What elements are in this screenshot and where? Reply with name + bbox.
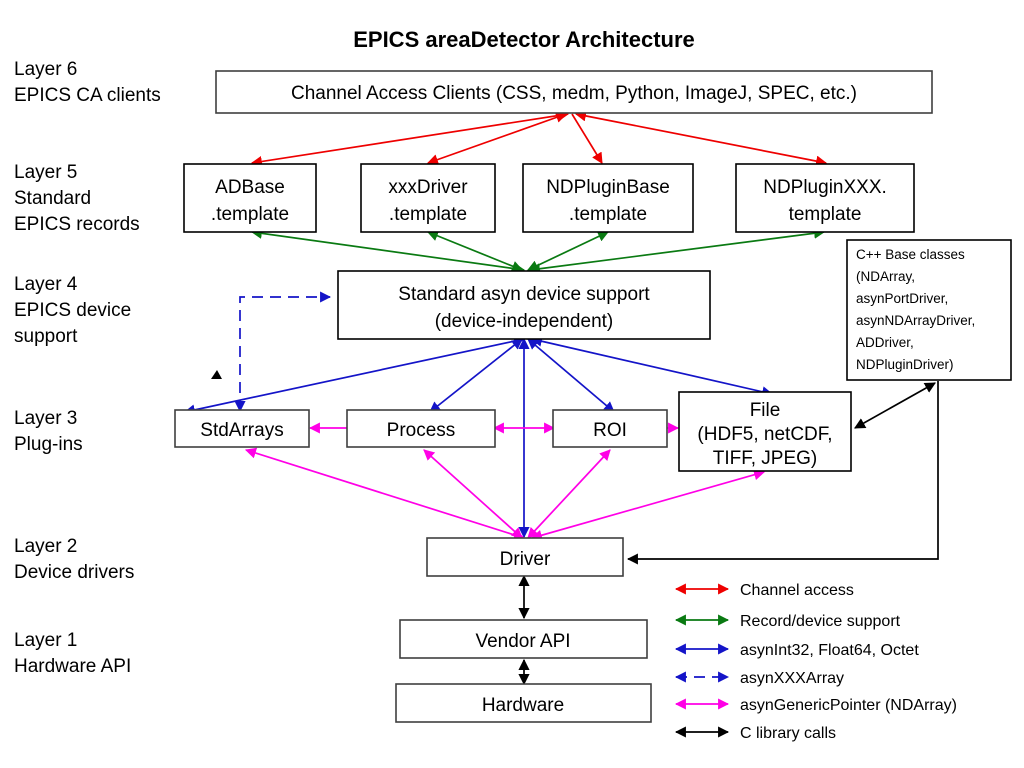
box-asyn-line2: (device-independent) xyxy=(435,311,614,332)
arrow-asyn-file xyxy=(530,335,774,398)
box-ndpluginxxx-template[interactable]: NDPluginXXX. template xyxy=(735,163,915,233)
arrow-asyn-xxxdriver xyxy=(426,230,524,272)
layer-label-layer2: Layer 2 Device drivers xyxy=(14,536,134,583)
diagram-canvas: EPICS areaDetector Architecture Layer 6 … xyxy=(14,27,1012,742)
arrow-driver-file xyxy=(530,469,766,541)
layer5-line1: Layer 5 xyxy=(14,162,77,183)
box-channel-access-clients[interactable]: Channel Access Clients (CSS, medm, Pytho… xyxy=(215,70,933,114)
layer-label-layer1: Layer 1 Hardware API xyxy=(14,630,131,677)
small-triangle-marker xyxy=(211,370,222,379)
legend-item-record-device-support: Record/device support xyxy=(674,613,901,630)
box-adbase-line2: .template xyxy=(211,204,289,225)
arrows-record-device-support xyxy=(250,227,826,275)
box-channel-access-clients-label: Channel Access Clients (CSS, medm, Pytho… xyxy=(291,83,857,104)
arrow-driver-stdarrays xyxy=(244,447,526,541)
box-vendor-api[interactable]: Vendor API xyxy=(399,619,648,659)
layer2-line2: Device drivers xyxy=(14,562,134,583)
layer-label-layer5: Layer 5 Standard EPICS records xyxy=(14,162,140,235)
box-ndpluginxxx-line1: NDPluginXXX. xyxy=(763,177,887,198)
legend-label-c-library: C library calls xyxy=(740,725,836,742)
layer3-line2: Plug-ins xyxy=(14,434,83,455)
box-roi-label: ROI xyxy=(593,420,627,441)
legend-label-generic-pointer: asynGenericPointer (NDArray) xyxy=(740,697,957,714)
box-ndpluginbase-line2: .template xyxy=(569,204,647,225)
layer-label-layer6: Layer 6 EPICS CA clients xyxy=(14,59,161,106)
box-stdarrays-label: StdArrays xyxy=(200,420,283,441)
box-file-line1: File xyxy=(750,400,781,421)
box-cpp-base-classes[interactable]: C++ Base classes (NDArray, asynPortDrive… xyxy=(846,239,1012,381)
box-process-label: Process xyxy=(387,420,456,441)
layer4-line1: Layer 4 xyxy=(14,274,78,295)
layer4-line3: support xyxy=(14,326,78,347)
box-ndpluginbase-template[interactable]: NDPluginBase .template xyxy=(522,163,694,233)
architecture-diagram: EPICS areaDetector Architecture Layer 6 … xyxy=(0,0,1024,768)
box-cppbase-line3: asynPortDriver, xyxy=(856,291,948,306)
box-asyn-line1: Standard asyn device support xyxy=(398,284,650,305)
box-adbase-template[interactable]: ADBase .template xyxy=(183,163,317,233)
layer-label-layer3: Layer 3 Plug-ins xyxy=(14,408,83,455)
box-cppbase-line5: ADDriver, xyxy=(856,335,914,350)
legend: Channel access Record/device support asy… xyxy=(674,582,957,742)
legend-label-asyn-scalar: asynInt32, Float64, Octet xyxy=(740,642,919,659)
arrow-driver-process xyxy=(423,449,523,539)
arrows-asyn-xxx-array xyxy=(234,291,332,413)
legend-item-asyn-scalar: asynInt32, Float64, Octet xyxy=(674,642,919,659)
box-standard-asyn-device-support[interactable]: Standard asyn device support (device-ind… xyxy=(337,270,711,340)
box-cppbase-line6: NDPluginDriver) xyxy=(856,357,954,372)
box-file-line2: (HDF5, netCDF, xyxy=(697,424,832,445)
layer-label-layer4: Layer 4 EPICS device support xyxy=(14,274,131,347)
legend-label-asyn-array: asynXXXArray xyxy=(740,670,844,687)
page-title: EPICS areaDetector Architecture xyxy=(353,27,695,52)
box-stdarrays[interactable]: StdArrays xyxy=(174,409,310,448)
box-adbase-line1: ADBase xyxy=(215,177,285,198)
legend-item-channel-access: Channel access xyxy=(674,582,854,599)
legend-label-channel-access: Channel access xyxy=(740,582,854,599)
box-hardware[interactable]: Hardware xyxy=(395,683,652,723)
box-hardware-label: Hardware xyxy=(482,695,564,716)
arrow-asyn-adbase xyxy=(250,227,526,275)
box-xxxdriver-line1: xxxDriver xyxy=(388,177,468,198)
arrow-ca-ndpluginbase xyxy=(571,113,603,164)
layer1-line1: Layer 1 xyxy=(14,630,77,651)
layer4-line2: EPICS device xyxy=(14,300,131,321)
layer3-line1: Layer 3 xyxy=(14,408,77,429)
box-driver[interactable]: Driver xyxy=(426,537,624,577)
box-vendor-api-label: Vendor API xyxy=(475,631,570,652)
box-cppbase-line1: C++ Base classes xyxy=(856,247,965,262)
box-file[interactable]: File (HDF5, netCDF, TIFF, JPEG) xyxy=(678,391,852,472)
legend-item-generic-pointer: asynGenericPointer (NDArray) xyxy=(674,697,957,714)
legend-item-asyn-array: asynXXXArray xyxy=(674,670,844,687)
box-xxxdriver-line2: .template xyxy=(389,204,467,225)
box-ndpluginxxx-line2: template xyxy=(789,204,862,225)
arrow-driver-roi xyxy=(527,449,611,539)
arrow-ca-ndpluginxxx xyxy=(574,110,828,167)
box-cppbase-line2: (NDArray, xyxy=(856,269,915,284)
box-xxxdriver-template[interactable]: xxxDriver .template xyxy=(360,163,496,233)
layer6-line2: EPICS CA clients xyxy=(14,85,161,106)
box-roi[interactable]: ROI xyxy=(552,409,668,448)
layer2-line1: Layer 2 xyxy=(14,536,77,557)
arrow-file-cppbase xyxy=(854,382,936,429)
box-process[interactable]: Process xyxy=(346,409,496,448)
layer5-line3: EPICS records xyxy=(14,214,140,235)
box-driver-label: Driver xyxy=(500,549,551,570)
arrow-asyn-roi xyxy=(527,338,615,413)
box-ndpluginbase-line1: NDPluginBase xyxy=(546,177,670,198)
arrow-asyn-ndpluginxxx xyxy=(528,227,826,275)
legend-item-c-library: C library calls xyxy=(674,725,836,742)
box-file-line3: TIFF, JPEG) xyxy=(713,448,818,469)
layer6-line1: Layer 6 xyxy=(14,59,77,80)
arrow-ca-adbase xyxy=(250,110,570,167)
legend-label-record-device-support: Record/device support xyxy=(740,613,901,630)
arrows-channel-access xyxy=(250,110,828,167)
box-cppbase-line4: asynNDArrayDriver, xyxy=(856,313,975,328)
arrow-ca-xxxdriver xyxy=(426,112,568,165)
arrow-stdarrays-asyn-dashed xyxy=(234,291,332,413)
layer1-line2: Hardware API xyxy=(14,656,131,677)
layer5-line2: Standard xyxy=(14,188,91,209)
arrow-asyn-stdarrays xyxy=(183,335,526,416)
